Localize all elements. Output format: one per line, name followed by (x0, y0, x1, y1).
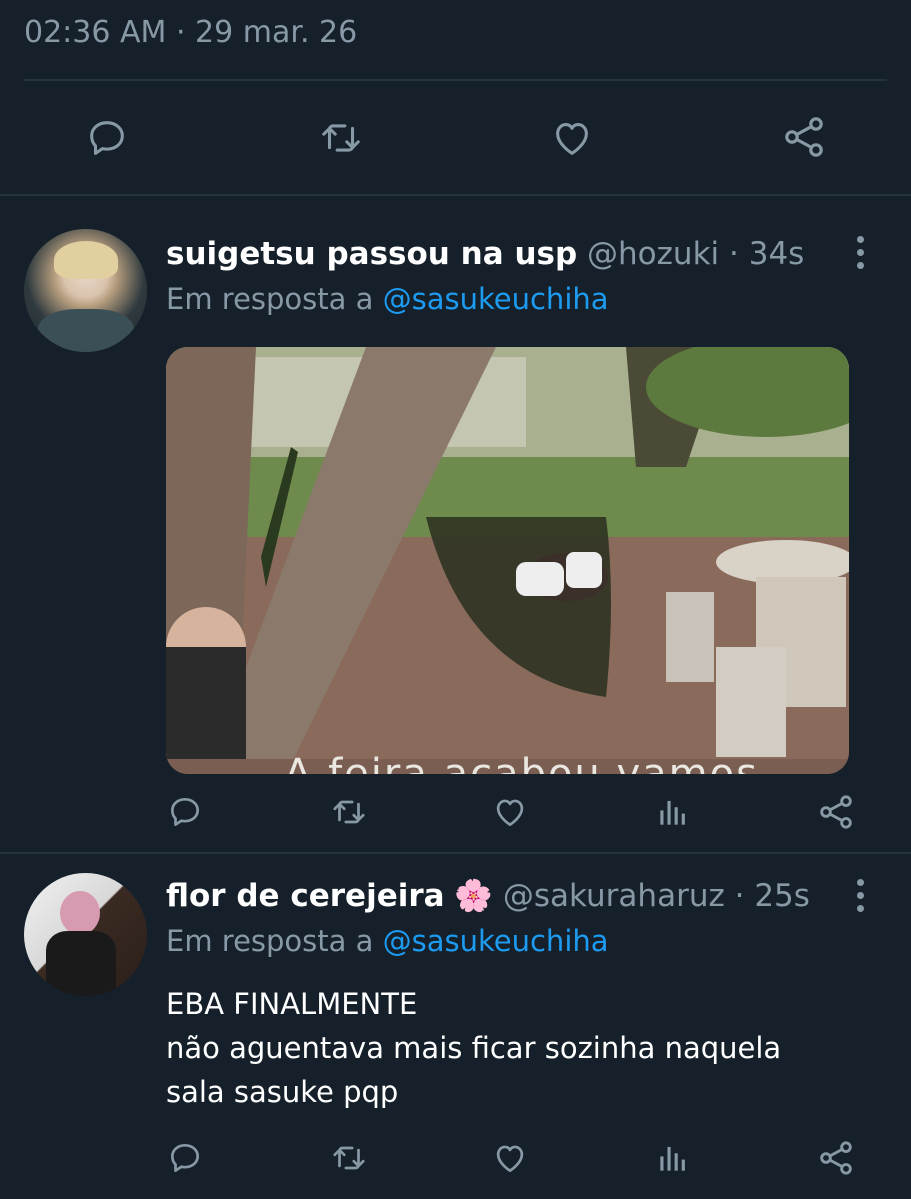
reply-icon[interactable] (166, 1139, 204, 1177)
cherry-blossom-emoji: 🌸 (454, 878, 494, 914)
video-frame (166, 347, 849, 774)
analytics-icon[interactable] (654, 793, 692, 831)
reply-icon[interactable] (166, 793, 204, 831)
more-options-icon[interactable] (851, 234, 871, 274)
tweet-text-line: EBA FINALMENTE (166, 987, 418, 1021)
like-icon[interactable] (491, 1139, 529, 1177)
share-icon[interactable] (780, 113, 828, 161)
mention-link[interactable]: @sasukeuchiha (383, 282, 609, 316)
tweet-time: 02:36 AM (24, 15, 167, 50)
relative-time: 25s (754, 878, 810, 914)
reply-context: Em resposta a @sasukeuchiha (166, 922, 609, 960)
share-icon[interactable] (816, 1138, 856, 1178)
tweet-media[interactable]: A feira acabou vamos (166, 347, 849, 774)
reply-prefix: Em resposta a (166, 924, 374, 958)
timestamp-divider (24, 79, 887, 81)
reply-prefix: Em resposta a (166, 282, 374, 316)
like-icon[interactable] (491, 793, 529, 831)
tweet-text-line: sala sasuke pqp (166, 1075, 399, 1109)
display-name[interactable]: flor de cerejeira (166, 878, 445, 914)
more-options-icon[interactable] (851, 877, 871, 917)
reply-divider (0, 852, 911, 854)
display-name[interactable]: suigetsu passou na usp (166, 236, 577, 272)
share-icon[interactable] (816, 792, 856, 832)
avatar[interactable] (24, 873, 147, 996)
mention-link[interactable]: @sasukeuchiha (383, 924, 609, 958)
timestamp-separator: · (175, 15, 186, 50)
header-separator: · (729, 236, 739, 272)
user-handle[interactable]: @sakuraharuz (503, 878, 725, 914)
reply-context: Em resposta a @sasukeuchiha (166, 280, 609, 318)
analytics-icon[interactable] (654, 1139, 692, 1177)
tweet-text: EBA FINALMENTE não aguentava mais ficar … (166, 982, 781, 1114)
reply-icon[interactable] (84, 115, 130, 161)
user-handle[interactable]: @hozuki (587, 236, 719, 272)
reply-header: flor de cerejeira 🌸 @sakuraharuz · 25s (166, 876, 810, 916)
retweet-icon[interactable] (317, 115, 365, 161)
header-separator: · (734, 878, 745, 914)
relative-time: 34s (748, 236, 805, 272)
retweet-icon[interactable] (329, 1139, 369, 1177)
like-icon[interactable] (549, 115, 595, 161)
retweet-icon[interactable] (329, 793, 369, 831)
tweet-date: 29 mar. 26 (195, 15, 358, 50)
avatar[interactable] (24, 229, 147, 352)
media-caption: A feira acabou vamos (284, 751, 759, 774)
focused-tweet-timestamp: 02:36 AM · 29 mar. 26 (24, 14, 357, 52)
reply-header: suigetsu passou na usp @hozuki · 34s (166, 234, 804, 274)
tweet-divider (0, 194, 911, 196)
tweet-text-line: não aguentava mais ficar sozinha naquela (166, 1031, 782, 1065)
